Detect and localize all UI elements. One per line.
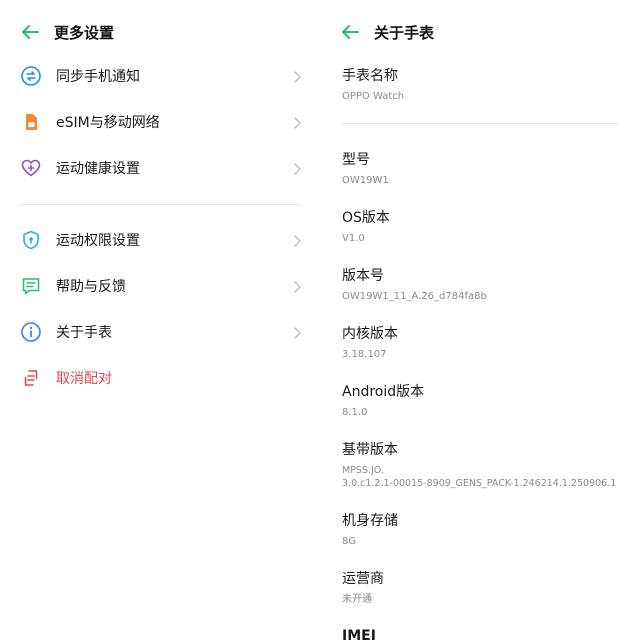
info-item-imei: IMEI: [342, 627, 632, 643]
more-settings-header: 更多设置: [20, 18, 114, 46]
info-label: 基带版本: [342, 442, 398, 458]
info-value: 8G: [342, 536, 357, 547]
section-divider: [342, 123, 618, 124]
menu-item-label: 关于手表: [56, 325, 112, 341]
info-value: 8.1.0: [342, 407, 368, 418]
menu-item-sync-notifications[interactable]: 同步手机通知: [20, 61, 302, 91]
unpair-button[interactable]: 取消配对: [20, 363, 302, 393]
menu-item-label: 帮助与反馈: [56, 279, 126, 295]
info-label: 运营商: [342, 571, 384, 587]
info-item-kernel-version: 内核版本 3.18.107: [342, 325, 632, 361]
info-item-os-version: OS版本 V1.0: [342, 209, 632, 245]
info-item-android-version: Android版本 8.1.0: [342, 383, 632, 419]
info-label: 机身存储: [342, 513, 398, 529]
chevron-right-icon: [292, 325, 302, 339]
about-watch-panel: 关于手表 手表名称 OPPO Watch 型号 OW19W1 OS版本 V1.0…: [320, 0, 640, 643]
feedback-icon: [20, 275, 42, 297]
chevron-right-icon: [292, 279, 302, 293]
back-arrow-icon[interactable]: [340, 24, 360, 40]
chevron-right-icon: [292, 161, 302, 175]
info-value: 未开通: [342, 594, 372, 605]
info-value: V1.0: [342, 233, 365, 244]
info-label: 型号: [342, 152, 370, 168]
info-value: OW19W1: [342, 175, 389, 186]
menu-item-label: 运动健康设置: [56, 161, 140, 177]
heart-plus-icon: [20, 157, 42, 179]
section-divider: [20, 204, 300, 205]
menu-item-label: 运动权限设置: [56, 233, 140, 249]
chevron-right-icon: [292, 69, 302, 83]
sync-notification-icon: [20, 65, 42, 87]
chevron-right-icon: [292, 115, 302, 129]
info-value: MPSS.JO. 3.0.c1.2.1-00015-8909_GENS_PACK…: [342, 465, 617, 489]
info-item-model: 型号 OW19W1: [342, 151, 632, 187]
unpair-label: 取消配对: [56, 371, 112, 387]
info-item-storage: 机身存储 8G: [342, 512, 632, 548]
unpair-icon: [20, 367, 42, 389]
info-label: 版本号: [342, 268, 384, 284]
back-arrow-icon[interactable]: [20, 24, 40, 40]
info-value: OPPO Watch: [342, 91, 405, 102]
shield-icon: [20, 229, 42, 251]
page-title: 更多设置: [54, 23, 115, 42]
about-watch-header: 关于手表: [340, 18, 434, 46]
info-label: 内核版本: [342, 326, 398, 342]
more-settings-panel: 更多设置 同步手机通知 eSIM与移动网络 运动健康设置 运动权限设置 帮助与反…: [0, 0, 320, 643]
menu-item-health-settings[interactable]: 运动健康设置: [20, 153, 302, 183]
menu-item-exercise-permissions[interactable]: 运动权限设置: [20, 225, 302, 255]
menu-item-about-watch[interactable]: 关于手表: [20, 317, 302, 347]
info-label: OS版本: [342, 210, 390, 226]
chevron-right-icon: [292, 233, 302, 247]
menu-item-label: 同步手机通知: [56, 69, 140, 85]
menu-item-help-feedback[interactable]: 帮助与反馈: [20, 271, 302, 301]
info-label: 手表名称: [342, 68, 398, 84]
sim-card-icon: [20, 111, 42, 133]
menu-item-label: eSIM与移动网络: [56, 115, 160, 131]
info-label: Android版本: [342, 384, 425, 400]
info-value: 3.18.107: [342, 349, 387, 360]
menu-item-esim-network[interactable]: eSIM与移动网络: [20, 107, 302, 137]
watch-name-item[interactable]: 手表名称 OPPO Watch: [342, 67, 632, 103]
info-value: OW19W1_11_A.26_d784fa8b: [342, 291, 487, 302]
info-item-carrier: 运营商 未开通: [342, 570, 632, 606]
page-title: 关于手表: [374, 23, 435, 42]
info-label: IMEI: [342, 628, 376, 643]
info-icon: [20, 321, 42, 343]
info-item-baseband-version: 基带版本 MPSS.JO. 3.0.c1.2.1-00015-8909_GENS…: [342, 441, 632, 490]
info-item-build-number: 版本号 OW19W1_11_A.26_d784fa8b: [342, 267, 632, 303]
